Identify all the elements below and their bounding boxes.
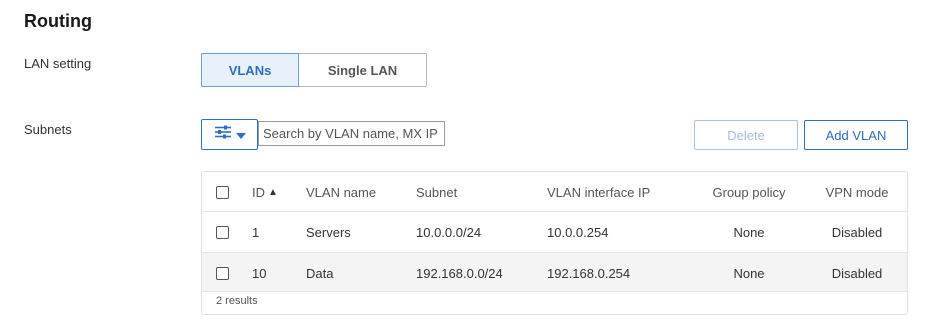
vlan-group-policy: None bbox=[733, 224, 765, 240]
sliders-icon bbox=[214, 125, 232, 144]
vlan-name: Servers bbox=[306, 224, 351, 240]
row-checkbox[interactable] bbox=[216, 266, 229, 280]
vlan-group-policy: None bbox=[733, 265, 765, 281]
lan-setting-label: LAN setting bbox=[24, 56, 92, 71]
vlan-name: Data bbox=[306, 265, 334, 281]
table-header-row: ID ▲ VLAN name Subnet VLAN interface IP … bbox=[202, 172, 907, 212]
add-vlan-button[interactable]: Add VLAN bbox=[804, 120, 908, 150]
row-checkbox-cell bbox=[216, 212, 229, 252]
results-count: 2 results bbox=[216, 295, 258, 307]
row-checkbox-cell bbox=[216, 253, 229, 293]
column-header-vlan-name[interactable]: VLAN name bbox=[306, 172, 376, 212]
row-checkbox[interactable] bbox=[216, 225, 229, 239]
vlan-interface-ip: 192.168.0.254 bbox=[547, 265, 631, 281]
column-header-id-label: ID bbox=[252, 184, 265, 200]
vlan-id: 1 bbox=[252, 224, 260, 240]
column-header-subnet[interactable]: Subnet bbox=[416, 172, 457, 212]
table-row[interactable]: 1 Servers 10.0.0.0/24 10.0.0.254 None Di… bbox=[202, 212, 907, 252]
vlan-subnet: 192.168.0.0/24 bbox=[416, 265, 503, 281]
search-input[interactable] bbox=[258, 121, 445, 146]
chevron-down-icon bbox=[235, 126, 246, 144]
column-header-group-policy[interactable]: Group policy bbox=[699, 172, 799, 212]
column-header-vpn-mode[interactable]: VPN mode bbox=[817, 172, 897, 212]
vlan-vpn-mode: Disabled bbox=[831, 265, 883, 281]
column-header-id[interactable]: ID ▲ bbox=[252, 172, 278, 212]
vlan-interface-ip: 10.0.0.254 bbox=[547, 224, 609, 240]
select-all-cell bbox=[216, 172, 229, 212]
single-lan-option[interactable]: Single LAN bbox=[299, 54, 426, 86]
vlan-table: ID ▲ VLAN name Subnet VLAN interface IP … bbox=[201, 171, 908, 315]
page-title: Routing bbox=[24, 11, 92, 31]
vlans-option[interactable]: VLANs bbox=[201, 53, 299, 87]
delete-button[interactable]: Delete bbox=[694, 120, 798, 150]
vlan-vpn-mode: Disabled bbox=[831, 224, 883, 240]
sort-ascending-icon: ▲ bbox=[268, 186, 278, 198]
select-all-checkbox[interactable] bbox=[216, 185, 229, 199]
vlan-subnet: 10.0.0.0/24 bbox=[416, 224, 482, 240]
lan-setting-toggle: VLANs Single LAN bbox=[201, 53, 427, 87]
vlan-id: 10 bbox=[252, 265, 267, 281]
column-header-interface-ip[interactable]: VLAN interface IP bbox=[547, 172, 650, 212]
subnets-label: Subnets bbox=[24, 122, 72, 137]
table-row[interactable]: 10 Data 192.168.0.0/24 192.168.0.254 Non… bbox=[202, 252, 907, 292]
filter-button[interactable] bbox=[201, 119, 258, 150]
